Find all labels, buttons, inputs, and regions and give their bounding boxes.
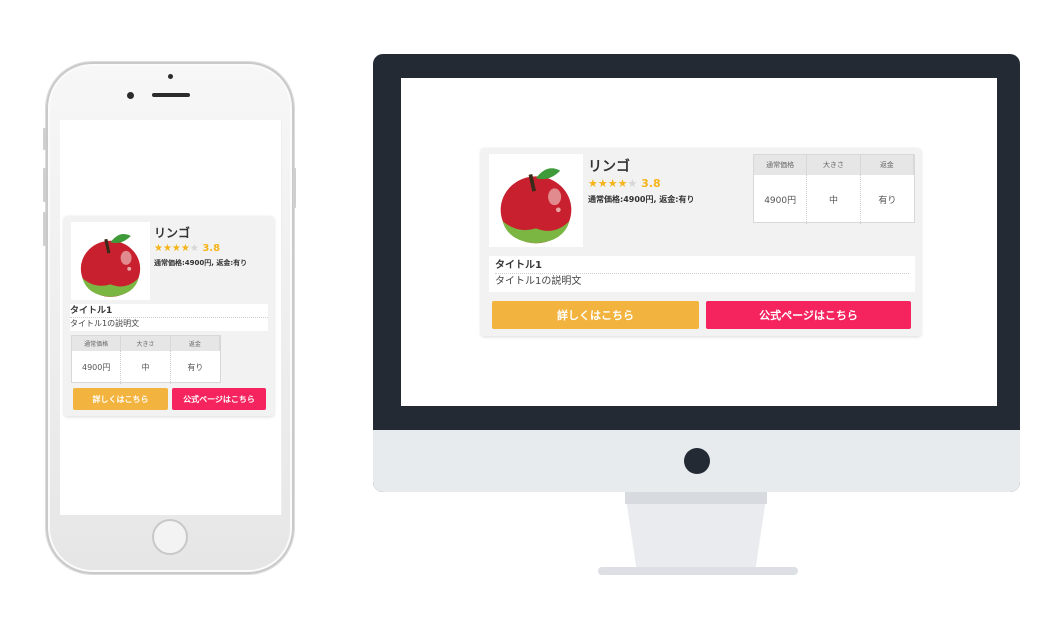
apple-icon	[71, 222, 150, 300]
monitor-chin	[373, 430, 1020, 492]
star-empty-icon: ★	[627, 177, 638, 190]
description-text: タイトル1の説明文	[70, 319, 140, 328]
phone-sensor-dot	[168, 74, 173, 79]
phone-side-button	[43, 212, 46, 246]
phone-speaker	[152, 93, 190, 97]
phone-home-button[interactable]	[152, 519, 188, 555]
spec-value: 4900円	[754, 175, 808, 224]
spec-header: 通常価格	[72, 336, 122, 351]
spec-header: 返金	[170, 336, 220, 351]
apple-icon	[489, 154, 583, 247]
phone-side-button	[43, 128, 46, 150]
spec-header: 返金	[860, 155, 914, 175]
monitor-stand-base	[598, 567, 798, 575]
product-title: リンゴ	[588, 159, 630, 175]
star-rating-icon: ★★★★	[154, 243, 190, 254]
description-text: タイトル1の説明文	[495, 276, 582, 287]
description-title: タイトル1	[495, 259, 909, 274]
phone-side-button	[293, 168, 296, 208]
spec-value: 中	[121, 351, 171, 384]
rating-value: 3.8	[641, 177, 661, 190]
official-page-button[interactable]: 公式ページはこちら	[172, 388, 266, 410]
spec-value: 有り	[187, 363, 204, 372]
spec-value: 4900円	[72, 351, 122, 384]
spec-header: 通常価格	[754, 155, 808, 175]
spec-value: 中	[807, 175, 861, 224]
rating: ★★★★★ 3.8	[154, 243, 220, 254]
description-box: タイトル1 タイトル1の説明文	[489, 256, 915, 292]
rating-value: 3.8	[202, 243, 221, 254]
description-title: タイトル1	[70, 305, 268, 318]
description-box: タイトル1 タイトル1の説明文	[70, 304, 268, 331]
details-button[interactable]: 詳しくはこちら	[492, 301, 699, 329]
product-meta: 通常価格:4900円, 返金:有り	[588, 195, 695, 204]
spec-table: 通常価格 大きさ 返金 4900円 中 有り	[71, 335, 221, 384]
phone-camera	[127, 92, 134, 99]
rating: ★★★★★ 3.8	[588, 177, 661, 190]
official-page-button[interactable]: 公式ページはこちら	[706, 301, 911, 329]
product-card-mobile: リンゴ ★★★★★ 3.8 通常価格:4900円, 返金:有り タイトル1 タイ…	[64, 216, 274, 416]
star-rating-icon: ★★★★	[588, 177, 628, 190]
spec-value: 有り	[878, 196, 897, 206]
monitor-logo-dot	[684, 448, 710, 474]
star-empty-icon: ★	[189, 243, 199, 254]
details-button[interactable]: 詳しくはこちら	[73, 388, 168, 410]
product-title: リンゴ	[154, 226, 191, 240]
phone-side-button	[43, 168, 46, 202]
spec-header: 大きさ	[807, 155, 861, 175]
monitor-stand-top	[625, 492, 767, 504]
product-card-desktop: リンゴ ★★★★★ 3.8 通常価格:4900円, 返金:有り 通常価格 大きさ…	[481, 148, 921, 336]
spec-header: 大きさ	[121, 336, 171, 351]
product-meta: 通常価格:4900円, 返金:有り	[154, 259, 248, 267]
spec-table: 通常価格 大きさ 返金 4900円 中 有り	[753, 154, 915, 224]
